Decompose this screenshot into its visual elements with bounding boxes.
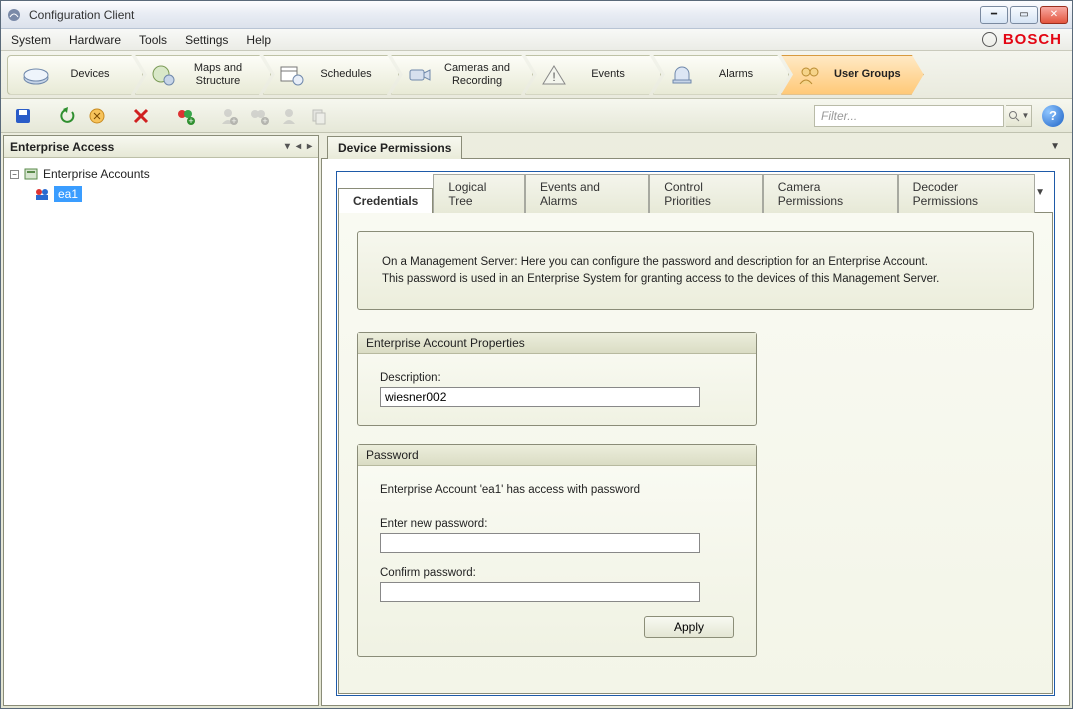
camera-icon (406, 61, 434, 89)
subtab-events-alarms[interactable]: Events and Alarms (525, 174, 649, 213)
brand-logo: BOSCH (982, 31, 1062, 48)
user-groups-icon (796, 61, 824, 89)
search-icon (1008, 110, 1020, 122)
filter-input[interactable]: Filter... (814, 105, 1004, 127)
toolbar: + + + Filter... ▼ ? (1, 99, 1072, 133)
nav-events[interactable]: ! Events (525, 55, 661, 95)
nav-user-groups[interactable]: User Groups (781, 55, 924, 95)
add-user-button[interactable]: + (215, 102, 243, 130)
delete-button[interactable] (127, 102, 155, 130)
tree-collapse-icon[interactable]: − (10, 170, 19, 179)
menu-tools[interactable]: Tools (139, 33, 167, 47)
description-label: Description: (380, 372, 734, 384)
window-title: Configuration Client (29, 8, 980, 22)
tree-child-label: ea1 (54, 186, 82, 202)
section-tab[interactable]: Device Permissions (327, 136, 462, 159)
nav-label: Events (578, 68, 638, 80)
title-bar: Configuration Client ━ ▭ ✕ (1, 1, 1072, 29)
subtab-decoder-permissions[interactable]: Decoder Permissions (898, 174, 1035, 213)
device-icon (22, 61, 50, 89)
save-button[interactable] (9, 102, 37, 130)
bosch-logo-icon (982, 32, 997, 47)
events-icon: ! (540, 61, 568, 89)
server-icon (23, 166, 39, 182)
tree-root-row[interactable]: − Enterprise Accounts (10, 164, 312, 184)
new-password-input[interactable] (380, 533, 700, 553)
subtab-credentials[interactable]: Credentials (338, 188, 433, 213)
nav-label: User Groups (834, 68, 901, 80)
right-body: Credentials Logical Tree Events and Alar… (321, 158, 1070, 706)
info-line-1: On a Management Server: Here you can con… (382, 254, 1009, 271)
pin-icon[interactable]: ▾ (285, 141, 290, 152)
group-title: Password (358, 445, 756, 466)
subtab-dropdown-icon[interactable]: ▼ (1035, 187, 1053, 198)
subtab-camera-permissions[interactable]: Camera Permissions (763, 174, 898, 213)
new-password-label: Enter new password: (380, 518, 734, 530)
user-button[interactable] (275, 102, 303, 130)
subtab-logical-tree[interactable]: Logical Tree (433, 174, 525, 213)
password-status-text: Enterprise Account 'ea1' has access with… (380, 484, 734, 496)
copy-button[interactable] (305, 102, 333, 130)
left-panel-title: Enterprise Access (10, 140, 114, 154)
subtab-bar: Credentials Logical Tree Events and Alar… (338, 173, 1053, 212)
activate-button[interactable] (83, 102, 111, 130)
main-area: Enterprise Access ▾ ◂ ▸ − Enterprise Acc… (1, 133, 1072, 708)
filter-search-button[interactable]: ▼ (1006, 105, 1032, 127)
nav-schedules[interactable]: Schedules (263, 55, 399, 95)
app-icon (5, 6, 23, 24)
info-box: On a Management Server: Here you can con… (357, 231, 1034, 310)
info-line-2: This password is used in an Enterprise S… (382, 271, 1009, 288)
brand-text: BOSCH (1003, 31, 1062, 48)
schedule-icon (278, 61, 306, 89)
confirm-password-input[interactable] (380, 582, 700, 602)
menu-hardware[interactable]: Hardware (69, 33, 121, 47)
add-dual-button[interactable]: + (245, 102, 273, 130)
menu-help[interactable]: Help (246, 33, 271, 47)
apply-button[interactable]: Apply (644, 616, 734, 638)
confirm-password-label: Confirm password: (380, 567, 734, 579)
tree: − Enterprise Accounts ea1 (4, 158, 318, 210)
next-icon[interactable]: ▸ (307, 141, 312, 152)
menu-settings[interactable]: Settings (185, 33, 228, 47)
maps-icon (150, 61, 178, 89)
subtab-control-priorities[interactable]: Control Priorities (649, 174, 763, 213)
nav-maps[interactable]: Maps and Structure (135, 55, 271, 95)
group-account-properties: Enterprise Account Properties Descriptio… (357, 332, 757, 426)
section-dropdown-icon[interactable]: ▼ (1050, 141, 1060, 152)
menu-bar: System Hardware Tools Settings Help BOSC… (1, 29, 1072, 51)
nav-label: Alarms (706, 68, 766, 80)
nav-cameras[interactable]: Cameras and Recording (391, 55, 533, 95)
right-panel: Device Permissions ▼ Credentials Logical… (321, 135, 1070, 706)
dropdown-arrow-icon: ▼ (1022, 111, 1030, 120)
nav-label: Cameras and Recording (444, 62, 510, 86)
svg-text:+: + (262, 116, 267, 125)
left-panel: Enterprise Access ▾ ◂ ▸ − Enterprise Acc… (3, 135, 319, 706)
tree-root-label: Enterprise Accounts (43, 167, 150, 181)
nav-devices[interactable]: Devices (7, 55, 143, 95)
nav-label: Devices (60, 68, 120, 80)
subtab-content: On a Management Server: Here you can con… (338, 212, 1053, 694)
undo-button[interactable] (53, 102, 81, 130)
description-input[interactable] (380, 387, 700, 407)
nav-label: Maps and Structure (188, 62, 248, 86)
maximize-button[interactable]: ▭ (1010, 6, 1038, 24)
group-password: Password Enterprise Account 'ea1' has ac… (357, 444, 757, 657)
svg-text:!: ! (552, 70, 555, 84)
help-button[interactable]: ? (1042, 105, 1064, 127)
prev-icon[interactable]: ◂ (296, 141, 301, 152)
group-title: Enterprise Account Properties (358, 333, 756, 354)
alarm-icon (668, 61, 696, 89)
close-button[interactable]: ✕ (1040, 6, 1068, 24)
nav-strip: Devices Maps and Structure Schedules Cam… (1, 51, 1072, 99)
nav-label: Schedules (316, 68, 376, 80)
left-panel-header: Enterprise Access ▾ ◂ ▸ (4, 136, 318, 158)
account-icon (34, 186, 50, 202)
svg-text:+: + (231, 116, 236, 125)
svg-text:+: + (188, 116, 193, 125)
nav-alarms[interactable]: Alarms (653, 55, 789, 95)
tree-child-row[interactable]: ea1 (34, 184, 312, 204)
menu-system[interactable]: System (11, 33, 51, 47)
add-group-button[interactable]: + (171, 102, 199, 130)
minimize-button[interactable]: ━ (980, 6, 1008, 24)
